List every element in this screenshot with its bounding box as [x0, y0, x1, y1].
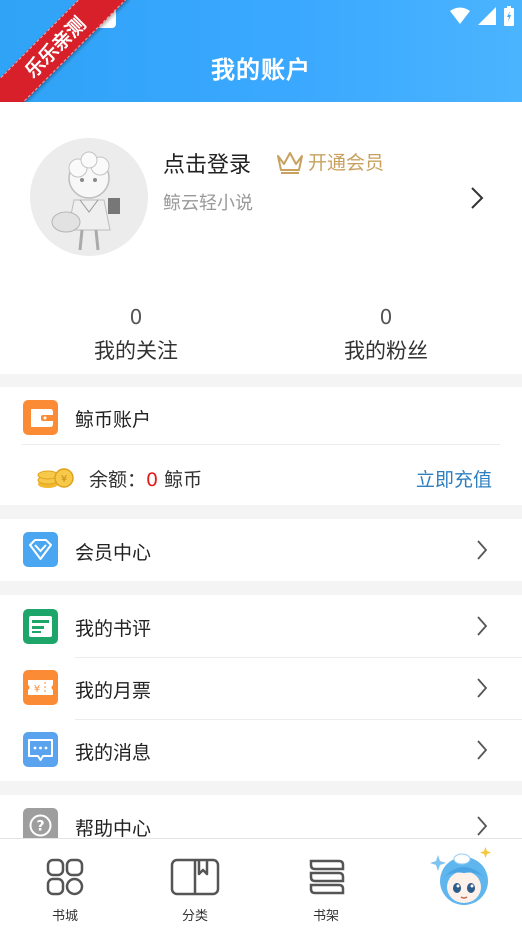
chevron-right-icon: [477, 816, 488, 836]
open-vip-label: 开通会员: [308, 152, 385, 174]
balance-row: ¥ 余额：0 鲸币 立即充值: [0, 445, 522, 505]
wallet-row[interactable]: 鲸币账户: [0, 387, 522, 449]
tab-bookstore-label: 书城: [51, 909, 78, 924]
chevron-right-icon: [477, 740, 488, 760]
book-reviews-row[interactable]: 我的书评: [0, 595, 522, 657]
chevron-right-icon[interactable]: [470, 186, 484, 210]
bottom-tab-bar: 书城 分类 书架: [0, 838, 522, 929]
diamond-icon: [23, 532, 58, 567]
following-count: 0: [129, 305, 143, 329]
svg-text:¥: ¥: [61, 474, 67, 485]
ticket-icon: ¥: [23, 670, 58, 705]
profile-card[interactable]: 点击登录 开通会员 鲸云轻小说 0 我的关注 0 我的粉丝: [0, 102, 522, 374]
balance-unit: 鲸币: [164, 469, 203, 491]
svg-text:¥: ¥: [34, 684, 40, 695]
mascot-avatar-icon: [430, 847, 491, 905]
status-icons: [450, 6, 514, 26]
messages-row[interactable]: 我的消息: [0, 719, 522, 781]
balance-value: 0: [146, 469, 159, 491]
coins-icon: ¥: [37, 468, 74, 488]
recharge-button[interactable]: 立即充值: [416, 465, 492, 492]
message-icon: [23, 732, 58, 767]
activity-card: 我的书评 ¥ 我的月票 我的消息: [0, 595, 522, 781]
vip-center-row[interactable]: 会员中心: [0, 519, 522, 581]
balance-text: 余额：0 鲸币: [89, 465, 202, 492]
tab-category[interactable]: 分类: [145, 857, 245, 924]
wifi-icon: [450, 7, 470, 24]
login-link[interactable]: 点击登录: [163, 147, 251, 179]
fans-count: 0: [379, 305, 393, 329]
messages-label: 我的消息: [75, 742, 152, 764]
balance-label: 余额：: [89, 469, 147, 491]
wallet-icon: [23, 400, 58, 435]
tab-category-label: 分类: [181, 909, 208, 924]
chevron-right-icon: [477, 616, 488, 636]
avatar-illustration-icon: [51, 151, 120, 251]
bookstore-icon: [46, 858, 84, 896]
chevron-right-icon: [477, 678, 488, 698]
signal-icon: [478, 7, 496, 25]
help-icon: ?: [23, 808, 58, 838]
wallet-title: 鲸币账户: [75, 409, 152, 431]
monthly-tickets-label: 我的月票: [75, 680, 152, 702]
crown-icon: [277, 151, 303, 174]
book-review-icon: [23, 609, 58, 644]
battery-icon: [504, 6, 514, 26]
vip-center-card: 会员中心: [0, 519, 522, 581]
following-stat[interactable]: 0 我的关注: [66, 305, 206, 365]
category-icon: [170, 858, 220, 896]
avatar[interactable]: [30, 138, 148, 256]
wallet-card: 鲸币账户 ¥ 余额：0 鲸币 立即充值: [0, 387, 522, 505]
tab-mascot[interactable]: [412, 843, 512, 913]
monthly-tickets-row[interactable]: ¥ 我的月票: [0, 657, 522, 719]
svg-text:?: ?: [36, 819, 44, 835]
open-vip-button[interactable]: 开通会员: [276, 148, 384, 175]
bookshelf-icon: [309, 859, 345, 895]
fans-label: 我的粉丝: [344, 339, 428, 363]
help-label: 帮助中心: [75, 818, 152, 838]
tab-bookstore[interactable]: 书城: [15, 857, 115, 924]
profile-subtitle: 鲸云轻小说: [163, 193, 253, 214]
help-card: ? 帮助中心: [0, 795, 522, 838]
fans-stat[interactable]: 0 我的粉丝: [316, 305, 456, 365]
tab-bookshelf[interactable]: 书架: [276, 857, 376, 924]
following-label: 我的关注: [94, 339, 178, 363]
help-row[interactable]: ? 帮助中心: [0, 795, 522, 838]
vip-center-label: 会员中心: [75, 542, 152, 564]
book-reviews-label: 我的书评: [75, 618, 152, 640]
chevron-right-icon: [477, 540, 488, 560]
tab-bookshelf-label: 书架: [312, 909, 339, 924]
